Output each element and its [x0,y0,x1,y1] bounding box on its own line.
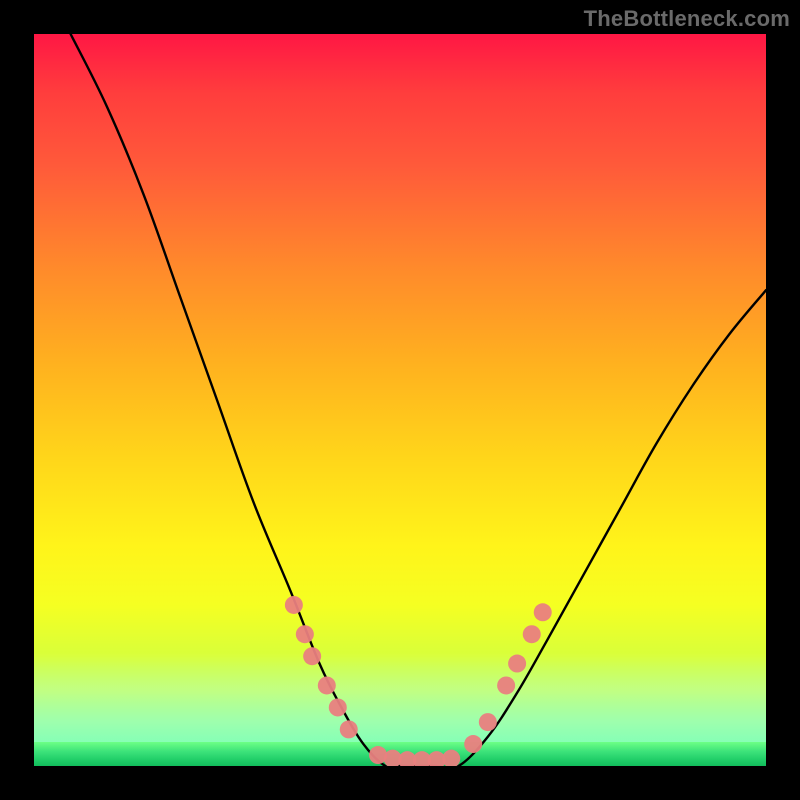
data-marker [329,698,347,716]
data-marker [303,647,321,665]
data-marker [442,750,460,766]
marker-group [285,596,552,766]
curve-layer [34,34,766,766]
data-marker [340,720,358,738]
bottleneck-curve [71,34,766,766]
data-marker [464,735,482,753]
data-marker [534,603,552,621]
data-marker [285,596,303,614]
data-marker [296,625,314,643]
plot-area [34,34,766,766]
data-marker [318,676,336,694]
data-marker [508,655,526,673]
watermark-text: TheBottleneck.com [584,6,790,32]
chart-frame: TheBottleneck.com [0,0,800,800]
data-marker [479,713,497,731]
data-marker [523,625,541,643]
data-marker [497,676,515,694]
